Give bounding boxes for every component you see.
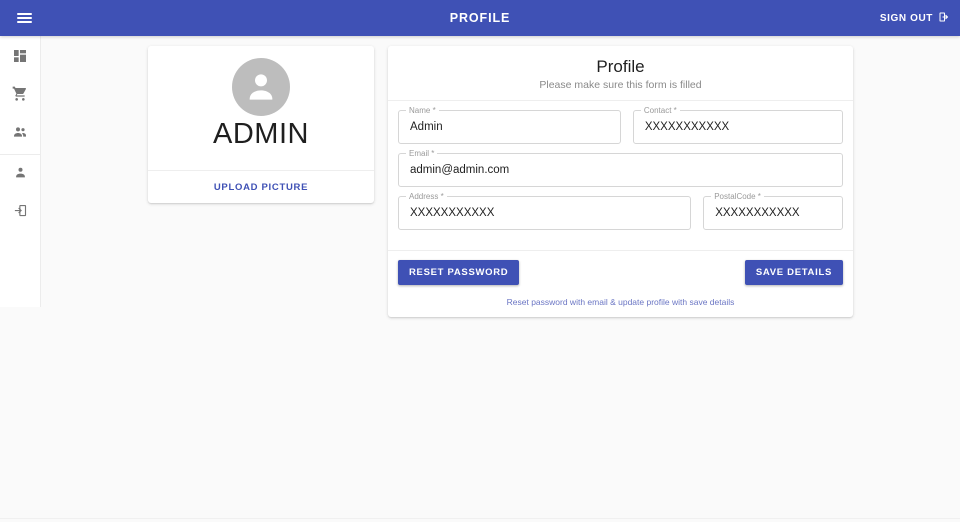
form-title: Profile [596, 57, 645, 76]
left-sidebar [0, 36, 41, 307]
sign-out-label: SIGN OUT [879, 12, 933, 24]
profile-display-name: ADMIN [213, 118, 309, 150]
address-field-label: Address * [406, 191, 447, 203]
form-body: Name * Contact * Email * Address * [388, 101, 853, 250]
person-icon [13, 165, 28, 185]
form-hint-text: Reset password with email & update profi… [506, 297, 735, 307]
address-field[interactable]: Address * [398, 191, 692, 231]
hamburger-menu-button[interactable] [6, 0, 42, 36]
email-input[interactable] [408, 163, 833, 178]
sign-out-button[interactable]: SIGN OUT [880, 11, 950, 26]
people-group-icon [12, 124, 28, 145]
sidebar-item-customers[interactable] [0, 120, 40, 148]
contact-field[interactable]: Contact * [632, 105, 843, 145]
form-subtitle: Please make sure this form is filled [539, 79, 702, 92]
sidebar-item-dashboard[interactable] [0, 44, 40, 72]
email-field-label: Email * [406, 148, 438, 160]
postalcode-field-label: PostalCode * [711, 191, 764, 203]
name-input[interactable] [408, 120, 611, 135]
main-content: ADMIN UPLOAD PICTURE Profile Please make… [41, 36, 960, 522]
form-row-3: Address * PostalCode * [398, 191, 843, 231]
form-button-row: RESET PASSWORD SAVE DETAILS [398, 260, 843, 285]
contact-input[interactable] [642, 120, 833, 135]
profile-form-card: Profile Please make sure this form is fi… [388, 46, 853, 317]
save-details-button[interactable]: SAVE DETAILS [744, 260, 843, 285]
top-app-bar: PROFILE SIGN OUT [0, 0, 960, 36]
avatar [232, 58, 290, 116]
form-header: Profile Please make sure this form is fi… [388, 46, 853, 102]
contact-field-label: Contact * [640, 105, 680, 117]
postalcode-input[interactable] [713, 206, 833, 221]
form-row-2: Email * [398, 148, 843, 188]
sidebar-item-orders[interactable] [0, 82, 40, 110]
sidebar-item-profile[interactable] [0, 161, 40, 189]
name-field[interactable]: Name * [398, 105, 621, 145]
login-box-icon [13, 203, 28, 223]
address-input[interactable] [408, 206, 682, 221]
form-row-1: Name * Contact * [398, 105, 843, 145]
email-field[interactable]: Email * [398, 148, 843, 188]
shopping-cart-icon [12, 86, 28, 107]
page-title: PROFILE [449, 11, 511, 25]
sidebar-divider [0, 154, 40, 155]
upload-picture-button[interactable]: UPLOAD PICTURE [214, 182, 308, 193]
sidebar-item-login[interactable] [0, 199, 40, 227]
dashboard-grid-icon [12, 48, 28, 69]
profile-card-body: ADMIN [148, 46, 374, 170]
postalcode-field[interactable]: PostalCode * [703, 191, 843, 231]
logout-icon [938, 11, 950, 26]
person-avatar-icon [249, 74, 273, 100]
hamburger-menu-icon [16, 10, 32, 25]
name-field-label: Name * [406, 105, 439, 117]
reset-password-button[interactable]: RESET PASSWORD [398, 260, 520, 285]
profile-picture-card: ADMIN UPLOAD PICTURE [148, 46, 374, 203]
profile-card-footer: UPLOAD PICTURE [148, 170, 374, 203]
form-footer: RESET PASSWORD SAVE DETAILS Reset passwo… [388, 250, 853, 317]
bottom-divider [0, 518, 960, 519]
